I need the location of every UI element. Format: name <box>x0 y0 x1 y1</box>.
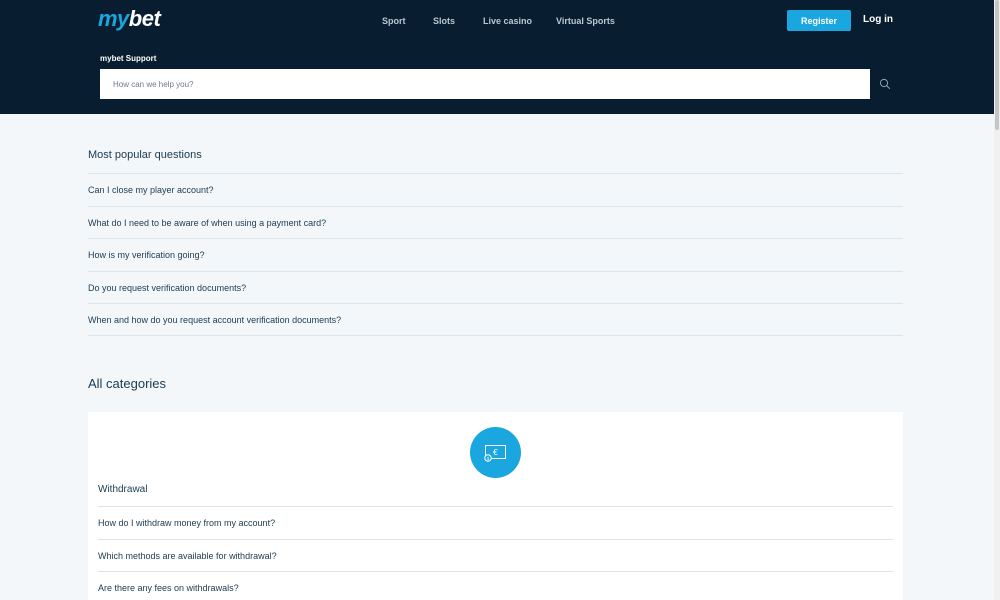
question-link[interactable]: Do you request verification documents? <box>88 270 903 304</box>
nav-live-casino[interactable]: Live casino <box>483 15 532 27</box>
login-link[interactable]: Log in <box>863 14 893 25</box>
question-link[interactable]: Can I close my player account? <box>88 173 903 206</box>
mybet-logo[interactable]: mybet <box>98 6 161 32</box>
question-link[interactable]: How is my verification going? <box>88 238 903 271</box>
nav-virtual-sports[interactable]: Virtual Sports <box>556 15 615 27</box>
search-input[interactable] <box>100 69 870 99</box>
svg-text:$: $ <box>487 456 490 462</box>
question-link[interactable]: What do I need to be aware of when using… <box>88 205 903 239</box>
category-icon-badge[interactable]: € $ <box>470 427 521 478</box>
category-question-link[interactable]: Are there any fees on withdrawals? <box>98 571 893 600</box>
popular-questions-title: Most popular questions <box>88 149 202 161</box>
category-card-withdrawal: € $ Withdrawal How do I withdraw money f… <box>88 412 903 600</box>
search-icon[interactable] <box>879 78 891 90</box>
all-categories-title: All categories <box>88 376 167 391</box>
category-name[interactable]: Withdrawal <box>98 484 147 495</box>
category-questions-list: How do I withdraw money from my account?… <box>98 506 893 600</box>
category-question-link[interactable]: Which methods are available for withdraw… <box>98 538 893 572</box>
category-question-link[interactable]: How do I withdraw money from my account? <box>98 506 893 539</box>
svg-text:€: € <box>493 448 498 457</box>
nav-slots[interactable]: Slots <box>433 15 455 27</box>
nav-sport[interactable]: Sport <box>382 15 406 27</box>
money-bill-euro-icon: € $ <box>484 445 506 462</box>
register-button[interactable]: Register <box>787 10 851 31</box>
support-label: mybet Support <box>100 54 157 63</box>
search-box <box>100 69 870 99</box>
popular-questions-list: Can I close my player account? What do I… <box>88 173 903 336</box>
question-link[interactable]: When and how do you request account veri… <box>88 303 903 336</box>
site-header: mybet Sport Slots Live casino Virtual Sp… <box>0 0 994 114</box>
scrollbar-thumb[interactable] <box>995 0 999 130</box>
